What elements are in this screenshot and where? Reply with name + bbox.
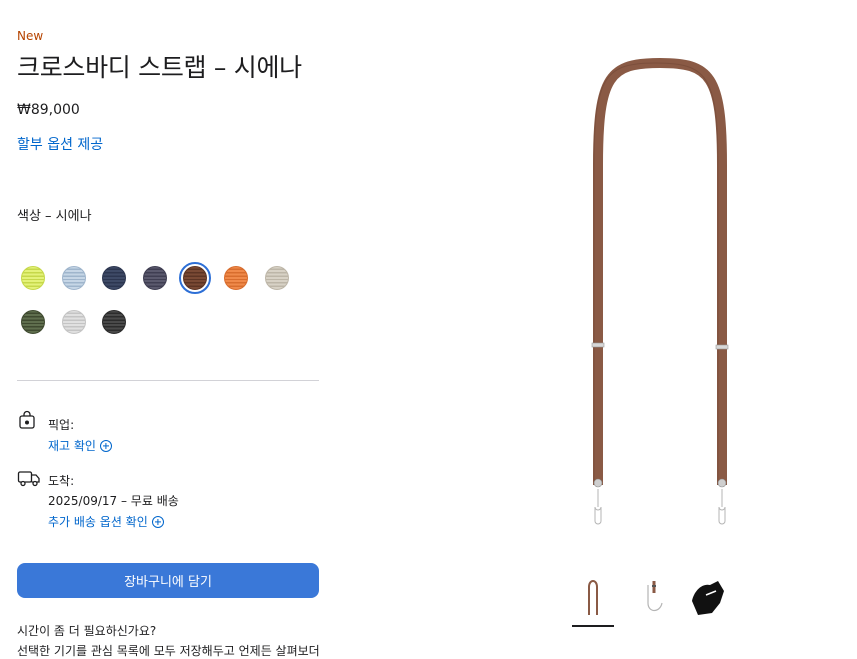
thumbnail-strap-front[interactable] bbox=[572, 573, 614, 621]
finance-options-link[interactable]: 할부 옵션 제공 bbox=[17, 134, 103, 154]
color-swatch[interactable] bbox=[179, 262, 212, 294]
thumbnail-lifestyle[interactable] bbox=[688, 573, 730, 621]
more-delivery-options-link[interactable]: 추가 배송 옵션 확인 bbox=[48, 513, 164, 530]
delivery-label: 도착: bbox=[48, 474, 75, 488]
color-swatch[interactable] bbox=[264, 266, 289, 290]
delivery-truck-icon bbox=[17, 471, 40, 487]
plus-circle-icon bbox=[151, 515, 164, 528]
product-image-strap bbox=[591, 57, 729, 525]
image-thumbnails bbox=[572, 573, 742, 633]
color-label: 색상 – 시에나 bbox=[17, 209, 92, 224]
divider bbox=[17, 380, 319, 381]
apple-bag-icon bbox=[19, 410, 35, 429]
add-to-bag-button[interactable]: 장바구니에 담기 bbox=[17, 563, 319, 598]
new-badge: New bbox=[17, 29, 44, 43]
more-delivery-options-label: 추가 배송 옵션 확인 bbox=[48, 515, 148, 529]
color-swatch[interactable] bbox=[102, 266, 127, 290]
check-stock-link[interactable]: 재고 확인 bbox=[48, 437, 112, 454]
color-swatch[interactable] bbox=[21, 310, 45, 334]
color-swatch[interactable] bbox=[142, 266, 167, 290]
product-info-panel: New 크로스바디 스트랩 – 시에나 ₩89,000 할부 옵션 제공 색상 … bbox=[17, 0, 320, 658]
pickup-label: 픽업: bbox=[48, 418, 75, 432]
product-title: 크로스바디 스트랩 – 시에나 bbox=[17, 53, 302, 82]
selected-thumbnail-indicator bbox=[572, 625, 614, 627]
color-swatch[interactable] bbox=[61, 266, 86, 290]
product-price: ₩89,000 bbox=[17, 102, 80, 118]
thumbnail-strap-detail[interactable] bbox=[634, 573, 676, 621]
help-text: 선택한 기기를 관심 목록에 모두 저장해두고 언제든 살펴보더 bbox=[17, 644, 320, 658]
delivery-date: 2025/09/17 – 무료 배송 bbox=[48, 494, 179, 508]
color-swatch[interactable] bbox=[61, 310, 86, 334]
color-swatch[interactable] bbox=[224, 266, 248, 290]
plus-circle-icon bbox=[99, 439, 112, 452]
help-heading: 시간이 좀 더 필요하신가요? bbox=[17, 624, 157, 638]
color-swatch[interactable] bbox=[21, 266, 45, 290]
check-stock-label: 재고 확인 bbox=[48, 439, 96, 453]
color-swatch[interactable] bbox=[102, 310, 127, 334]
